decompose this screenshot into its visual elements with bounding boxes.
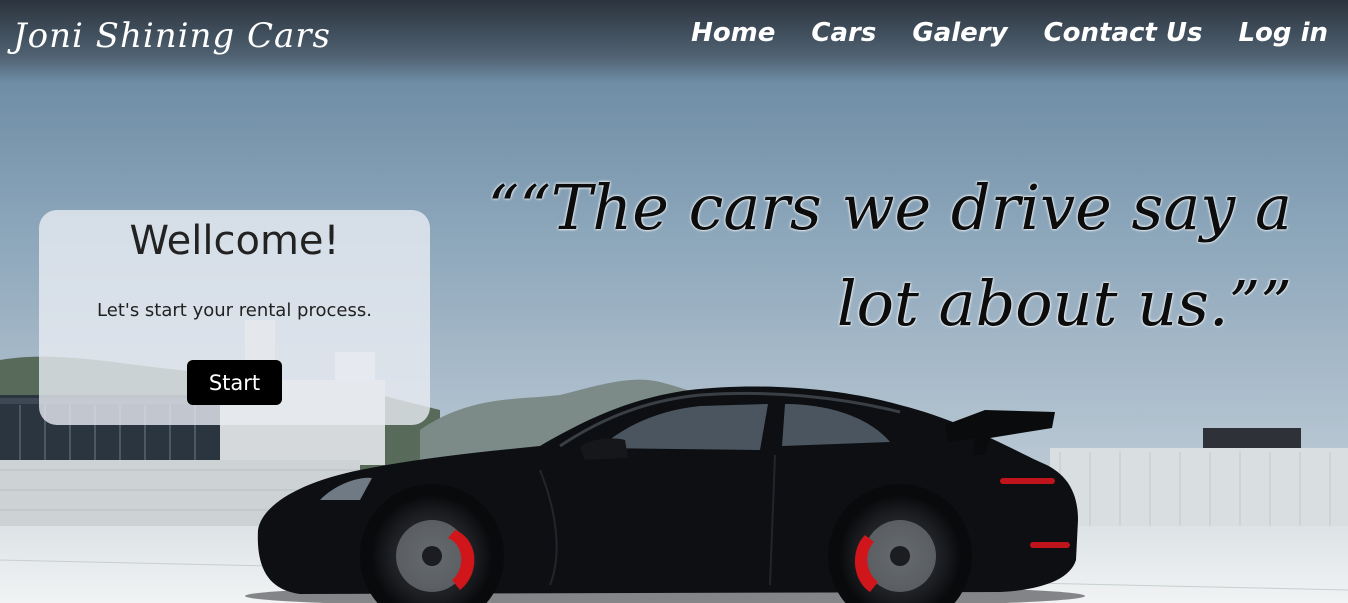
nav-log-in-link[interactable]: Log in bbox=[1238, 18, 1328, 48]
site-logo-text[interactable]: Joni Shining Cars bbox=[13, 16, 331, 56]
welcome-card: Wellcome! Let's start your rental proces… bbox=[39, 210, 430, 425]
nav-galery-link[interactable]: Galery bbox=[912, 18, 1007, 48]
hero-quote: ““The cars we drive say a lot about us.”… bbox=[452, 160, 1292, 352]
top-navbar: Joni Shining Cars Home Cars Galery Conta… bbox=[0, 0, 1348, 82]
welcome-title: Wellcome! bbox=[129, 218, 340, 264]
nav-home-link[interactable]: Home bbox=[691, 18, 775, 48]
start-button[interactable]: Start bbox=[187, 360, 282, 405]
hero-quote-line-2: lot about us.”” bbox=[836, 267, 1292, 340]
main-navigation: Home Cars Galery Contact Us Log in bbox=[691, 18, 1328, 48]
welcome-text: Let's start your rental process. bbox=[97, 300, 372, 321]
hero-quote-line-1: ““The cars we drive say a bbox=[487, 171, 1292, 244]
hero-section: Joni Shining Cars Home Cars Galery Conta… bbox=[0, 0, 1348, 603]
nav-cars-link[interactable]: Cars bbox=[811, 18, 876, 48]
nav-contact-us-link[interactable]: Contact Us bbox=[1044, 18, 1203, 48]
